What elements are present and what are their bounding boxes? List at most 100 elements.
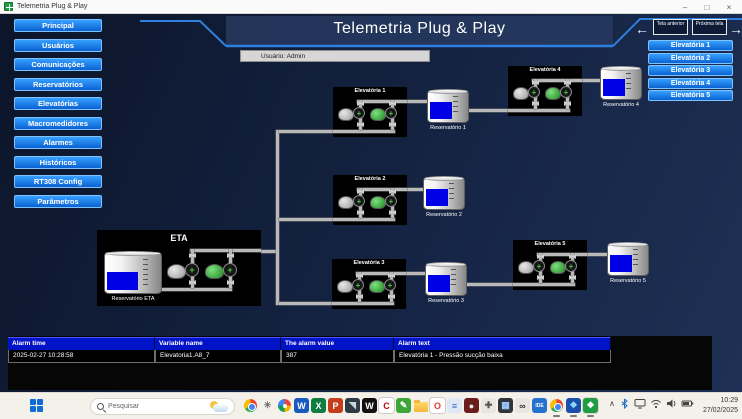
battery-icon[interactable]	[681, 398, 694, 409]
sidebar-item-rt308-config[interactable]: RT308 Config	[14, 175, 102, 188]
impeller-icon: +	[353, 107, 365, 119]
station-pipe-bottom	[333, 218, 395, 221]
open-app-indicator	[587, 415, 594, 417]
camera-darkred-icon[interactable]: ●	[464, 398, 479, 413]
folder-icon[interactable]	[413, 398, 428, 413]
station-pipe-bottom	[508, 109, 570, 112]
dark-bird-app-icon[interactable]: ◥	[345, 398, 360, 413]
tank-reservatorio-1	[427, 90, 469, 123]
taskbar: Pesquisar ∧ 10:29 27/02/2025 ✳WXP◥WC✎O≡●…	[0, 392, 742, 419]
impeller-icon: +	[223, 263, 237, 277]
wifi-icon[interactable]	[650, 398, 662, 409]
settings-gear-icon[interactable]: ✳	[260, 398, 275, 413]
excel-icon[interactable]: X	[311, 398, 326, 413]
alarm-table-header: Alarm timeVariable nameThe alarm valueAl…	[8, 337, 611, 350]
window-title: Telemetria Plug & Play	[17, 3, 87, 10]
close-button[interactable]: ×	[718, 0, 740, 14]
tank-level-fill	[426, 189, 448, 206]
tank-label: Reservatório 2	[409, 212, 479, 218]
nav-elevatoria-3[interactable]: Elevatória 3	[648, 65, 733, 76]
clock-time: 10:29	[703, 396, 738, 406]
nav-elevatoria-4[interactable]: Elevatória 4	[648, 78, 733, 89]
clock-date: 27/02/2025	[703, 406, 738, 416]
user-field: Usuário: Admin	[240, 50, 430, 62]
notebook-blue-icon[interactable]: ≡	[447, 398, 462, 413]
w-black-app-icon[interactable]: W	[362, 398, 377, 413]
maximize-button[interactable]: □	[696, 0, 718, 14]
bluetooth-icon[interactable]	[619, 398, 630, 409]
sidebar-item-hist-ricos[interactable]: Históricos	[14, 156, 102, 169]
alarm-cell-2: 387	[281, 350, 394, 363]
station-pipe-bottom	[333, 130, 395, 133]
eta-pipe-bottom	[155, 288, 232, 291]
joystick-icon[interactable]: ✚	[481, 398, 496, 413]
alarm-cell-3: Elevatória 1 - Pressão sucção baixa	[394, 350, 611, 363]
sidebar-item-principal[interactable]: Principal	[14, 19, 102, 32]
tank-level-fill	[107, 272, 138, 290]
next-screen-button[interactable]: Próxima tela	[692, 19, 727, 35]
window-titlebar[interactable]: Telemetria Plug & Play	[0, 0, 742, 14]
station-elevatoria-5: Elevatória 5++	[513, 240, 587, 290]
sidebar-item-comunica-es[interactable]: Comunicações	[14, 58, 102, 71]
tank-label: Reservatório 3	[411, 298, 481, 304]
impeller-icon: +	[385, 195, 397, 207]
nav-elevatoria-2[interactable]: Elevatória 2	[648, 53, 733, 64]
word-icon[interactable]: W	[294, 398, 309, 413]
nav-elevatoria-1[interactable]: Elevatória 1	[648, 40, 733, 51]
minimize-button[interactable]: –	[674, 0, 696, 14]
chrome-running-icon[interactable]	[549, 398, 564, 413]
tray-chevron-icon[interactable]: ∧	[609, 399, 615, 408]
green-pump-icon	[370, 196, 386, 209]
sidebar-item-elevat-rias[interactable]: Elevatórias	[14, 97, 102, 110]
alarm-table-row[interactable]: 2025-02-27 10:28:58Elevatoria1.A8_7387El…	[8, 350, 611, 363]
pipe-segment-10	[465, 283, 517, 286]
sidebar-item-macromedidores[interactable]: Macromedidores	[14, 117, 102, 130]
scada-main-screen: Telemetria Plug & Play Usuário: Admin ← …	[0, 14, 742, 392]
tank-scale-icon	[453, 96, 458, 116]
search-input[interactable]: Pesquisar	[90, 398, 235, 415]
station-label: Elevatória 1	[333, 88, 407, 94]
photos-icon[interactable]	[277, 398, 292, 413]
chrome-icon[interactable]	[243, 398, 258, 413]
monitor-app-icon[interactable]: ▦	[498, 398, 513, 413]
green-pump-icon	[545, 87, 561, 100]
tank-top-icon	[428, 89, 468, 94]
start-button[interactable]	[30, 399, 44, 413]
station-pipe-top	[532, 79, 582, 82]
station-label: Elevatória 2	[333, 176, 407, 182]
binoculars-icon[interactable]: ∞	[515, 398, 530, 413]
volume-icon[interactable]	[666, 398, 677, 409]
impeller-icon: +	[560, 86, 572, 98]
telemetria-app-icon[interactable]: ❖	[583, 398, 598, 413]
previous-screen-button[interactable]: Tela anterior	[653, 19, 688, 35]
sidebar-item-usu-rios[interactable]: Usuários	[14, 39, 102, 52]
tank-label: Reservatório ETA	[98, 296, 168, 302]
sidebar-item-par-metros[interactable]: Parâmetros	[14, 195, 102, 208]
tank-scale-icon	[626, 73, 631, 93]
ide-icon[interactable]: IDE	[532, 398, 547, 413]
tank-scale-icon	[143, 259, 148, 285]
next-screen-arrow-icon[interactable]: →	[729, 21, 742, 37]
tank-label: Reservatório 5	[593, 278, 663, 284]
search-placeholder: Pesquisar	[108, 403, 208, 410]
nav-elevatoria-5[interactable]: Elevatória 5	[648, 90, 733, 101]
weather-widget-icon[interactable]	[208, 400, 230, 413]
powerpoint-icon[interactable]: P	[328, 398, 343, 413]
taskbar-clock[interactable]: 10:29 27/02/2025	[703, 396, 738, 416]
sidebar-item-reservat-rios[interactable]: Reservatórios	[14, 78, 102, 91]
station-pipe-top	[357, 188, 407, 191]
cnc-app-icon[interactable]: C	[379, 398, 394, 413]
display-icon[interactable]	[634, 398, 646, 409]
tank-reservatorio-3	[425, 263, 467, 296]
notepad-green-icon[interactable]: ✎	[396, 398, 411, 413]
previous-screen-arrow-icon[interactable]: ←	[635, 21, 649, 37]
blue-app-running-icon[interactable]: ❖	[566, 398, 581, 413]
tank-top-icon	[426, 262, 466, 267]
gray-pump-icon	[513, 87, 529, 100]
gray-pump-icon	[337, 280, 353, 293]
alarm-panel: Alarm timeVariable nameThe alarm valueAl…	[8, 336, 712, 390]
sidebar-item-alarmes[interactable]: Alarmes	[14, 136, 102, 149]
alarm-header-3: Alarm text	[394, 337, 611, 350]
opera-icon[interactable]: O	[430, 398, 445, 413]
green-pump-icon	[550, 261, 566, 274]
